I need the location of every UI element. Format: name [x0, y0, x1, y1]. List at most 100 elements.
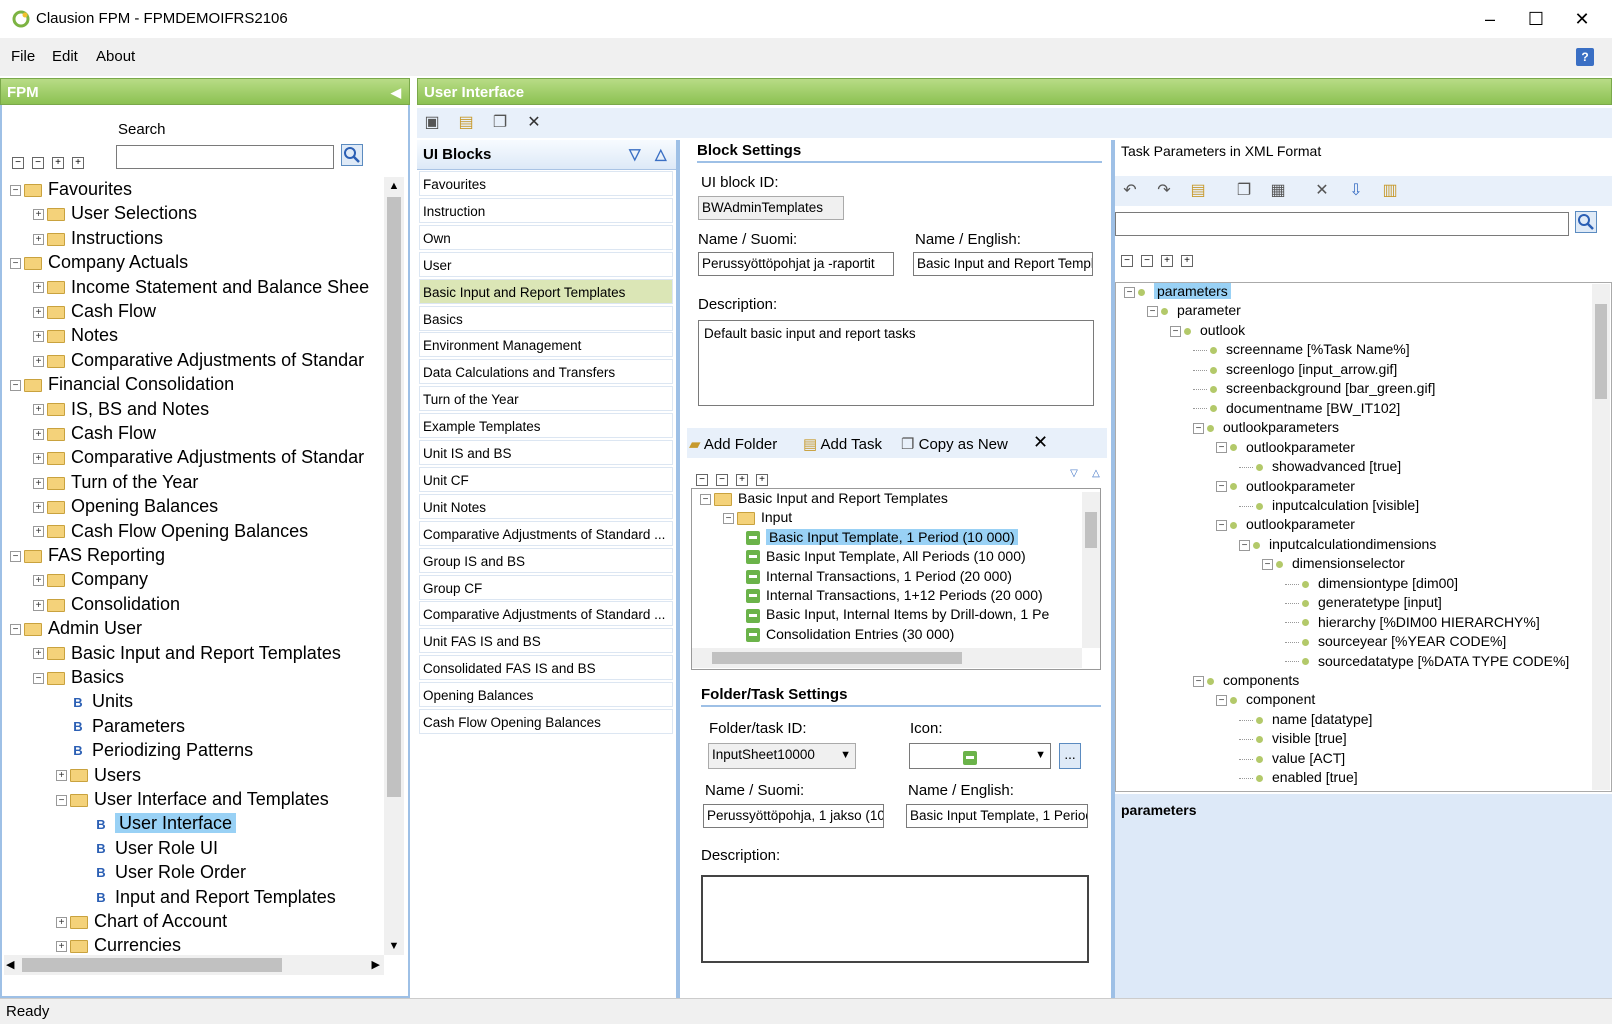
ui-block-item[interactable]: Basics — [419, 305, 673, 331]
maximize-button[interactable]: ☐ — [1513, 0, 1559, 38]
collapse-icon[interactable]: − — [1193, 422, 1204, 434]
expand-icon[interactable]: + — [33, 428, 44, 440]
tree-item[interactable]: B User Interface — [79, 811, 237, 836]
xml-tree-vscrollbar[interactable] — [1592, 284, 1610, 790]
task-id-select[interactable]: InputSheet10000 ▼ — [708, 743, 856, 769]
icon-select[interactable]: ▼ — [909, 743, 1051, 769]
tree-horizontal-scrollbar[interactable]: ◀ ▶ — [4, 955, 384, 975]
collapse-icon[interactable]: − — [1239, 539, 1250, 551]
scroll-thumb[interactable] — [1085, 512, 1097, 548]
tree-item[interactable]: + Cash Flow Opening Balances — [33, 519, 308, 544]
new-block-icon[interactable]: ▤ — [457, 114, 475, 132]
tree-item[interactable]: + Company — [33, 567, 148, 592]
add-task-button[interactable]: ▤ Add Task — [803, 435, 882, 453]
import-icon[interactable]: ⇩ — [1347, 182, 1365, 200]
collapse-icon[interactable]: − — [1147, 306, 1158, 318]
scroll-down-icon[interactable]: ▼ — [384, 937, 404, 955]
xml-node[interactable]: − outlookparameter — [1216, 514, 1355, 534]
tree-item[interactable]: B Periodizing Patterns — [56, 738, 253, 763]
expand-icon[interactable]: + — [56, 941, 67, 953]
expand-icon[interactable]: + — [33, 331, 44, 343]
tree-item[interactable]: − Financial Consolidation — [10, 372, 234, 397]
expand-icon[interactable]: + — [33, 233, 44, 245]
collapse-icon[interactable]: − — [1141, 255, 1153, 267]
tree-item[interactable]: B Parameters — [56, 714, 185, 739]
expand-icon[interactable]: + — [33, 501, 44, 513]
collapse-icon[interactable]: − — [1216, 520, 1227, 532]
scroll-thumb[interactable] — [387, 197, 401, 797]
task-tree-item[interactable]: − Input — [723, 507, 792, 527]
save-icon[interactable]: ▣ — [423, 114, 441, 132]
hscroll-thumb[interactable] — [22, 958, 282, 972]
collapse-icon[interactable]: − — [1216, 695, 1227, 707]
xml-node[interactable]: sourcedatatype [%DATA TYPE CODE%] — [1285, 651, 1569, 671]
ui-block-item[interactable]: Unit CF — [419, 466, 673, 492]
collapse-icon[interactable]: − — [10, 550, 21, 562]
expand-icon[interactable]: + — [1161, 255, 1173, 267]
tree-item[interactable]: + Income Statement and Balance Shee — [33, 275, 369, 300]
xml-node[interactable]: documentname [BW_IT102] — [1193, 398, 1400, 418]
expand-all-icon[interactable]: + — [756, 474, 768, 486]
tree-item[interactable]: + Comparative Adjustments of Standar — [33, 445, 364, 470]
collapse-icon[interactable]: − — [1216, 481, 1227, 493]
export-icon[interactable]: ▥ — [1381, 182, 1399, 200]
xml-node[interactable]: − component — [1216, 689, 1315, 709]
xml-node[interactable]: − components — [1193, 670, 1299, 690]
task-tree-item[interactable]: Internal Transactions, 1+12 Periods (20 … — [746, 585, 1043, 605]
expand-icon[interactable]: + — [33, 599, 44, 611]
collapse-icon[interactable]: − — [1216, 442, 1227, 454]
task-tree-item[interactable]: Basic Input, Internal Items by Drill-dow… — [746, 604, 1049, 624]
collapse-all-icon[interactable]: − — [12, 157, 24, 169]
tree-item[interactable]: + User Selections — [33, 201, 197, 226]
xml-node[interactable]: − outlook — [1170, 320, 1245, 340]
tree-item[interactable]: B User Role UI — [79, 836, 218, 861]
expand-icon[interactable]: + — [736, 474, 748, 486]
tree-item[interactable]: + Turn of the Year — [33, 470, 198, 495]
tree-item[interactable]: − Admin User — [10, 616, 142, 641]
xml-node[interactable]: screenlogo [input_arrow.gif] — [1193, 359, 1397, 379]
expand-icon[interactable]: + — [33, 453, 44, 465]
redo-icon[interactable]: ↷ — [1155, 182, 1173, 200]
ui-block-item[interactable]: User — [419, 251, 673, 277]
xml-node[interactable]: value [ACT] — [1239, 748, 1345, 768]
tree-item[interactable]: + Chart of Account — [56, 909, 227, 934]
expand-icon[interactable]: + — [56, 770, 67, 782]
move-up-icon[interactable]: △ — [655, 140, 667, 170]
xml-node[interactable]: showadvanced [true] — [1239, 456, 1401, 476]
collapse-icon[interactable]: − — [700, 493, 711, 505]
scroll-left-icon[interactable]: ◀ — [6, 955, 14, 975]
task-description-field[interactable] — [701, 875, 1089, 963]
ui-block-item[interactable]: Data Calculations and Transfers — [419, 359, 673, 385]
collapse-icon[interactable]: − — [10, 623, 21, 635]
collapse-icon[interactable]: − — [56, 794, 67, 806]
tree-item[interactable]: + Opening Balances — [33, 494, 218, 519]
xml-node[interactable]: − dimensionselector — [1262, 553, 1405, 573]
delete-node-icon[interactable]: ✕ — [1313, 182, 1331, 200]
xml-node[interactable]: − inputcalculationdimensions — [1239, 534, 1436, 554]
menu-file[interactable]: File — [11, 48, 35, 65]
help-icon[interactable]: ? — [1576, 48, 1594, 66]
close-window-button[interactable]: ✕ — [1559, 0, 1605, 38]
tree-item[interactable]: + Comparative Adjustments of Standar — [33, 348, 364, 373]
ui-block-item[interactable]: Group IS and BS — [419, 547, 673, 573]
task-name-en-field[interactable]: Basic Input Template, 1 Period — [906, 804, 1088, 828]
add-folder-button[interactable]: ▰ Add Folder — [689, 435, 777, 453]
xml-node[interactable]: − outlookparameter — [1216, 476, 1355, 496]
task-tree-item[interactable]: Internal Transactions, 1 Period (20 000) — [746, 566, 1012, 586]
xml-node[interactable]: sourceyear [%YEAR CODE%] — [1285, 631, 1506, 651]
collapse-all-icon[interactable]: − — [696, 474, 708, 486]
task-tree-vscrollbar[interactable] — [1082, 492, 1100, 648]
scroll-up-icon[interactable]: ▲ — [384, 177, 404, 195]
search-input[interactable] — [116, 145, 334, 169]
tree-item[interactable]: + Consolidation — [33, 592, 180, 617]
scroll-thumb[interactable] — [1595, 304, 1607, 399]
tree-item[interactable]: − User Interface and Templates — [56, 787, 329, 812]
collapse-icon[interactable]: − — [1170, 325, 1181, 337]
tree-item[interactable]: + Cash Flow — [33, 299, 156, 324]
collapse-icon[interactable]: − — [10, 184, 21, 196]
xml-node[interactable]: − outlookparameter — [1216, 437, 1355, 457]
tree-vertical-scrollbar[interactable]: ▲ ▼ — [384, 177, 404, 955]
ui-block-item[interactable]: Basic Input and Report Templates — [419, 278, 673, 304]
xml-node[interactable]: dimensiontype [dim00] — [1285, 573, 1458, 593]
ui-block-id-field[interactable]: BWAdminTemplates — [698, 196, 844, 220]
